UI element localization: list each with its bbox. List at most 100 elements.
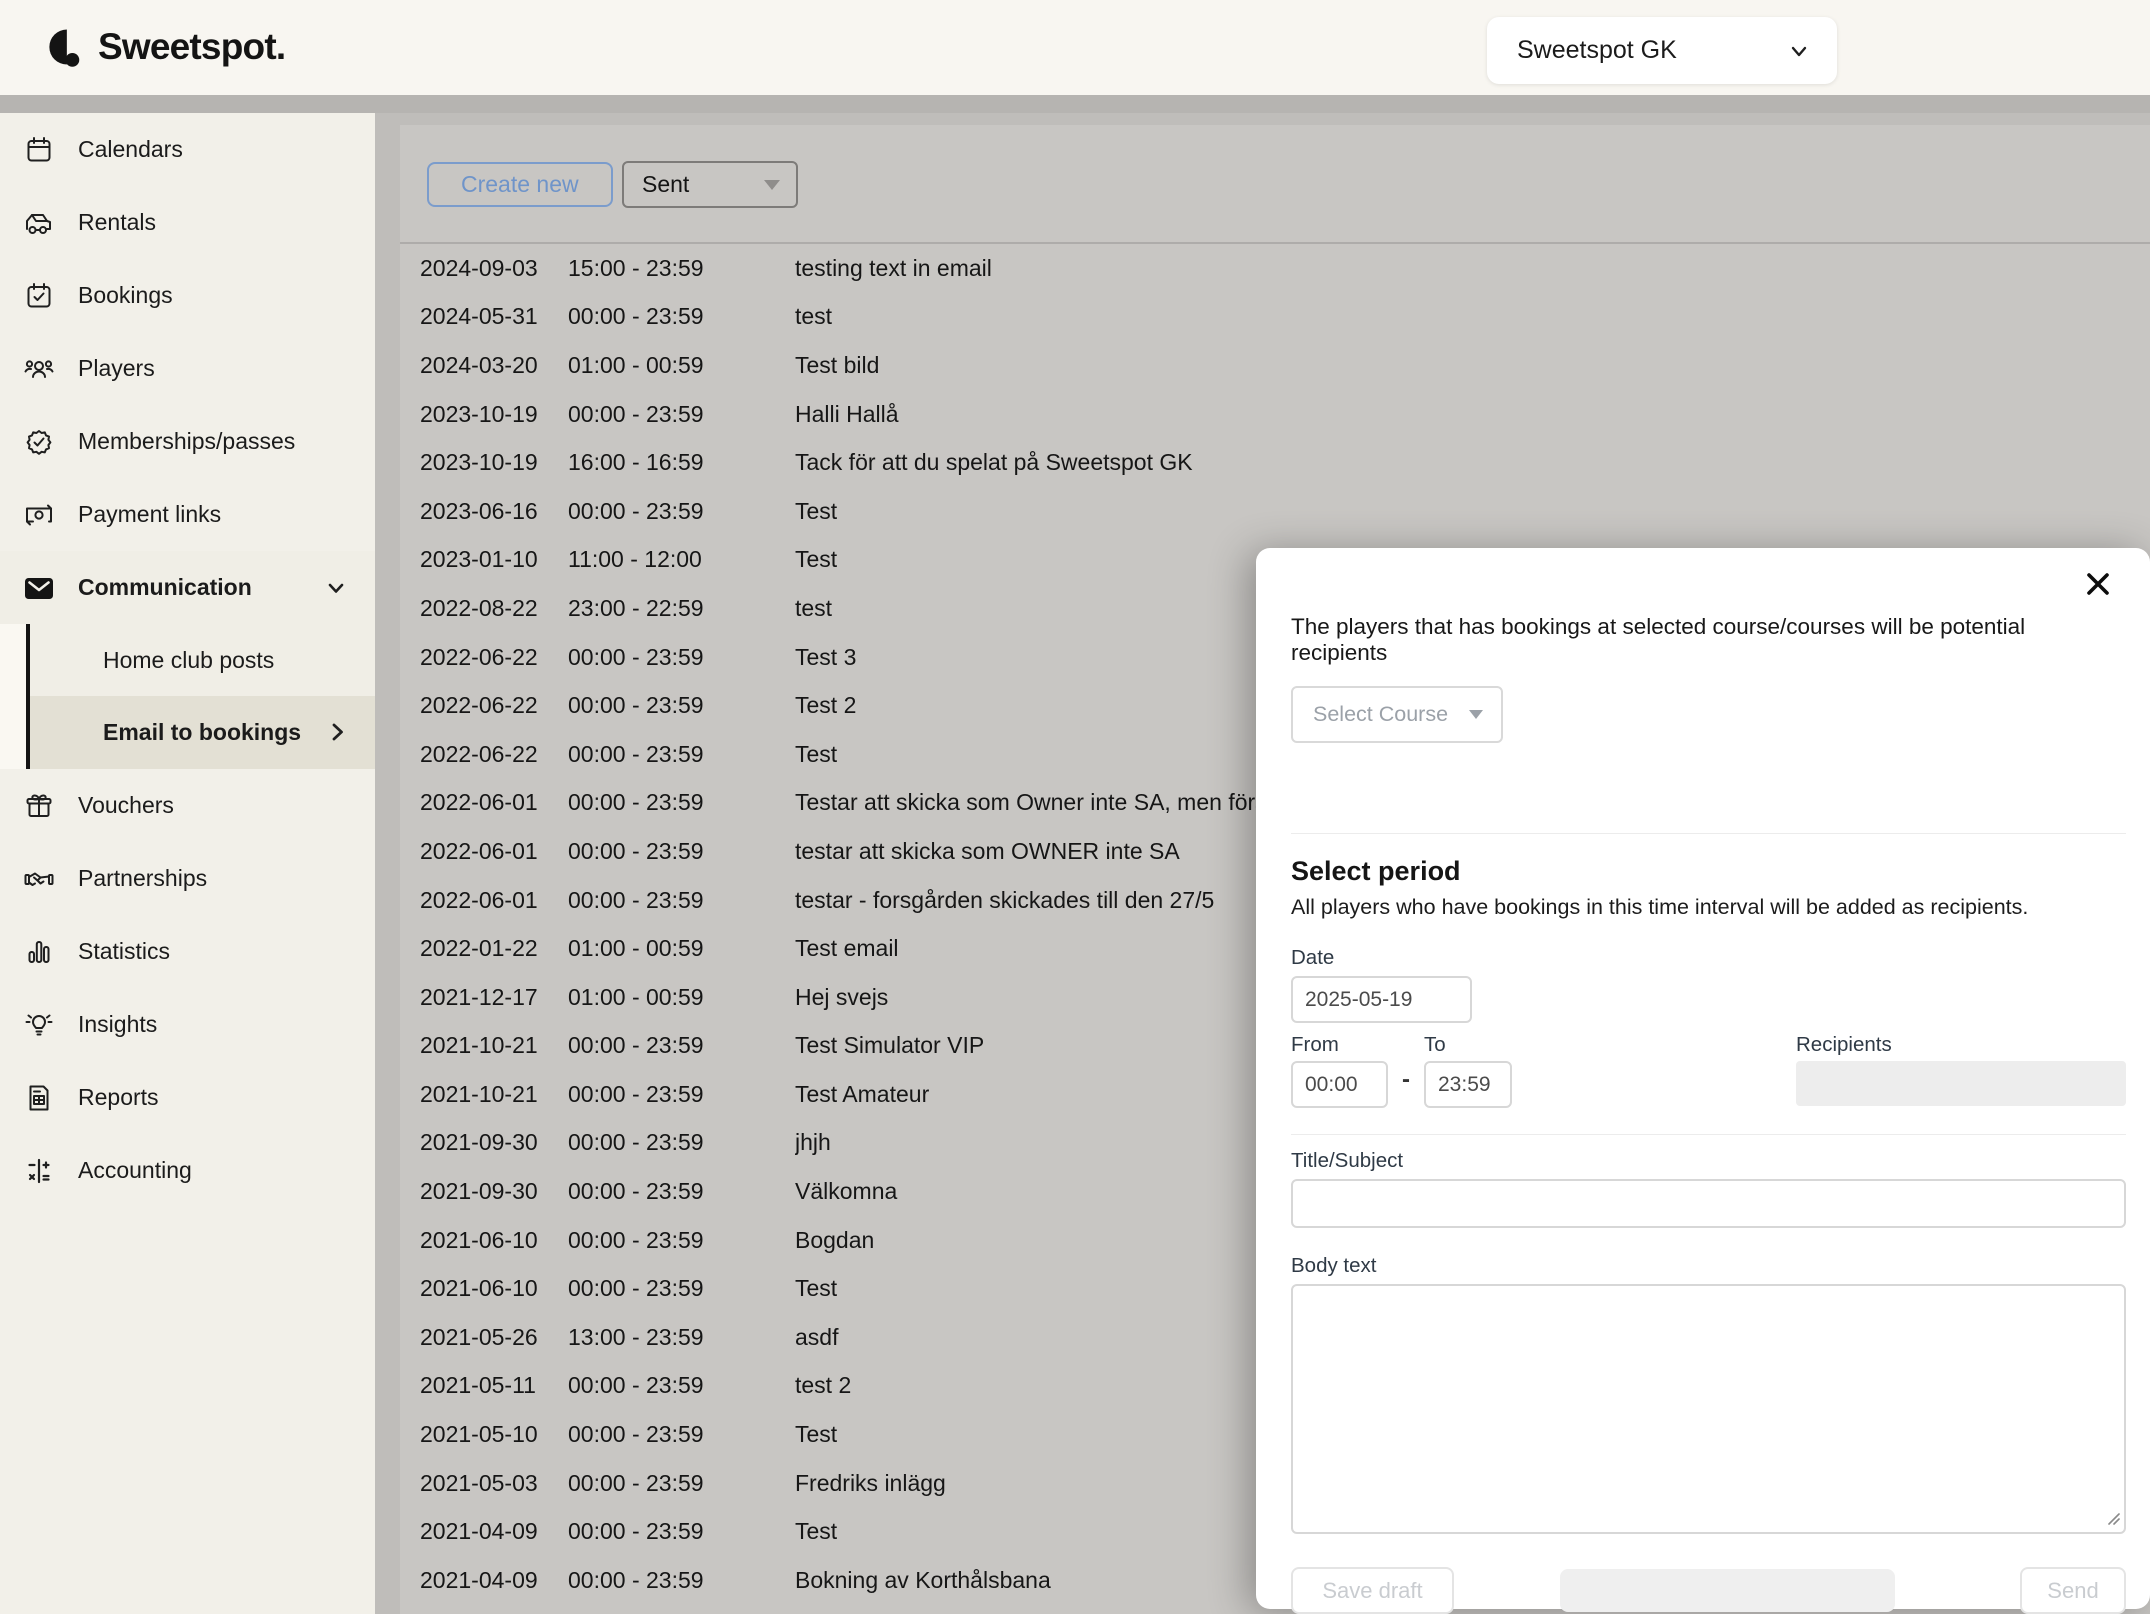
email-date: 2021-06-10 (420, 1227, 568, 1254)
sidebar-item-calendars[interactable]: Calendars (0, 113, 375, 186)
to-time-input[interactable] (1424, 1061, 1512, 1108)
title-subject-input[interactable] (1291, 1179, 2126, 1228)
email-date: 2021-05-10 (420, 1421, 568, 1448)
sidebar-item-insights[interactable]: Insights (0, 988, 375, 1061)
select-period-title: Select period (1291, 856, 2126, 887)
email-date: 2022-06-22 (420, 692, 568, 719)
email-time-range: 00:00 - 23:59 (568, 1421, 795, 1448)
email-time-range: 00:00 - 23:59 (568, 498, 795, 525)
status-filter-select[interactable]: Sent (622, 161, 798, 208)
email-date: 2024-05-31 (420, 303, 568, 330)
email-date: 2021-10-21 (420, 1032, 568, 1059)
chevron-down-icon (323, 575, 349, 606)
email-time-range: 00:00 - 23:59 (568, 1518, 795, 1545)
table-row[interactable]: 2023-06-1600:00 - 23:59Test (400, 487, 2150, 536)
email-time-range: 00:00 - 23:59 (568, 401, 795, 428)
recipients-label: Recipients (1796, 1033, 2126, 1057)
table-row[interactable]: 2023-10-1900:00 - 23:59Halli Hallå (400, 390, 2150, 439)
email-compose-drawer: The players that has bookings at selecte… (1256, 548, 2150, 1609)
table-row[interactable]: 2024-05-3100:00 - 23:59test (400, 293, 2150, 342)
save-draft-button[interactable]: Save draft (1291, 1567, 1454, 1614)
sidebar-item-rentals[interactable]: Rentals (0, 186, 375, 259)
email-date: 2023-10-19 (420, 449, 568, 476)
footer-placeholder (1560, 1569, 1895, 1612)
caret-down-icon (1469, 710, 1483, 719)
sidebar-item-label: Calendars (78, 136, 183, 163)
sidebar-item-reports[interactable]: Reports (0, 1061, 375, 1134)
sidebar-item-partnerships[interactable]: Partnerships (0, 842, 375, 915)
email-time-range: 16:00 - 16:59 (568, 449, 795, 476)
email-date: 2023-10-19 (420, 401, 568, 428)
sidebar-item-email-to-bookings[interactable]: Email to bookings (30, 696, 375, 769)
sidebar: Calendars Rentals Bookings (0, 113, 375, 1614)
close-icon[interactable] (2082, 568, 2114, 600)
email-time-range: 00:00 - 23:59 (568, 1470, 795, 1497)
sidebar-item-label: Accounting (78, 1157, 192, 1184)
table-row[interactable]: 2024-09-0315:00 - 23:59testing text in e… (400, 244, 2150, 293)
sweetspot-logo-icon (42, 24, 88, 70)
from-time-input[interactable] (1291, 1061, 1388, 1108)
report-icon (22, 1081, 56, 1115)
sidebar-item-statistics[interactable]: Statistics (0, 915, 375, 988)
email-date: 2022-01-22 (420, 935, 568, 962)
email-date: 2022-06-01 (420, 838, 568, 865)
to-field: To (1424, 1033, 1512, 1108)
sidebar-item-players[interactable]: Players (0, 332, 375, 405)
email-date: 2021-12-17 (420, 984, 568, 1011)
date-input[interactable] (1291, 976, 1472, 1023)
email-time-range: 11:00 - 12:00 (568, 546, 795, 573)
section-divider (1291, 833, 2126, 834)
drawer-footer: Save draft Send (1291, 1567, 2126, 1614)
sidebar-subitem-label: Home club posts (103, 647, 274, 674)
sidebar-item-communication[interactable]: Communication (0, 551, 375, 624)
title-subject-label: Title/Subject (1291, 1149, 2126, 1173)
body-text-input[interactable] (1291, 1284, 2126, 1534)
submenu-gutter (0, 624, 26, 769)
email-date: 2023-01-10 (420, 546, 568, 573)
email-time-range: 00:00 - 23:59 (568, 644, 795, 671)
email-date: 2021-09-30 (420, 1178, 568, 1205)
sidebar-item-memberships[interactable]: Memberships/passes (0, 405, 375, 478)
sidebar-item-accounting[interactable]: Accounting (0, 1134, 375, 1207)
create-new-button[interactable]: Create new (427, 162, 613, 207)
time-range-row: From - To Recipients (1291, 1033, 2126, 1108)
select-course-dropdown[interactable]: Select Course (1291, 686, 1503, 743)
email-time-range: 00:00 - 23:59 (568, 1178, 795, 1205)
sidebar-item-label: Partnerships (78, 865, 207, 892)
range-separator: - (1402, 1066, 1410, 1094)
body-text-wrapper (1291, 1284, 2126, 1539)
sidebar-item-label: Bookings (78, 282, 173, 309)
from-field: From (1291, 1033, 1388, 1108)
select-course-placeholder: Select Course (1313, 702, 1448, 727)
table-row[interactable]: 2023-10-1916:00 - 16:59Tack för att du s… (400, 438, 2150, 487)
email-time-range: 00:00 - 23:59 (568, 887, 795, 914)
calculator-icon (22, 1154, 56, 1188)
send-button[interactable]: Send (2020, 1567, 2126, 1614)
sidebar-item-bookings[interactable]: Bookings (0, 259, 375, 332)
email-time-range: 00:00 - 23:59 (568, 303, 795, 330)
email-time-range: 00:00 - 23:59 (568, 789, 795, 816)
email-time-range: 00:00 - 23:59 (568, 1372, 795, 1399)
sidebar-item-vouchers[interactable]: Vouchers (0, 769, 375, 842)
email-time-range: 00:00 - 23:59 (568, 692, 795, 719)
club-selector[interactable]: Sweetspot GK (1487, 17, 1837, 84)
header-divider-band (0, 95, 2150, 113)
email-time-range: 00:00 - 23:59 (568, 1275, 795, 1302)
sidebar-item-home-club-posts[interactable]: Home club posts (30, 624, 375, 696)
email-subject: Tack för att du spelat på Sweetspot GK (795, 449, 2150, 476)
email-time-range: 00:00 - 23:59 (568, 1081, 795, 1108)
sidebar-item-label: Vouchers (78, 792, 174, 819)
sidebar-item-payment-links[interactable]: Payment links (0, 478, 375, 551)
email-subject: Halli Hallå (795, 401, 2150, 428)
banknote-icon (22, 498, 56, 532)
email-date: 2022-06-01 (420, 887, 568, 914)
golf-cart-icon (22, 206, 56, 240)
email-date: 2021-09-30 (420, 1129, 568, 1156)
email-date: 2022-06-01 (420, 789, 568, 816)
date-label: Date (1291, 946, 2126, 970)
table-row[interactable]: 2024-03-2001:00 - 00:59Test bild (400, 341, 2150, 390)
sidebar-item-label: Payment links (78, 501, 221, 528)
sidebar-item-label: Communication (78, 574, 252, 601)
email-subject: test (795, 303, 2150, 330)
email-time-range: 23:00 - 22:59 (568, 595, 795, 622)
